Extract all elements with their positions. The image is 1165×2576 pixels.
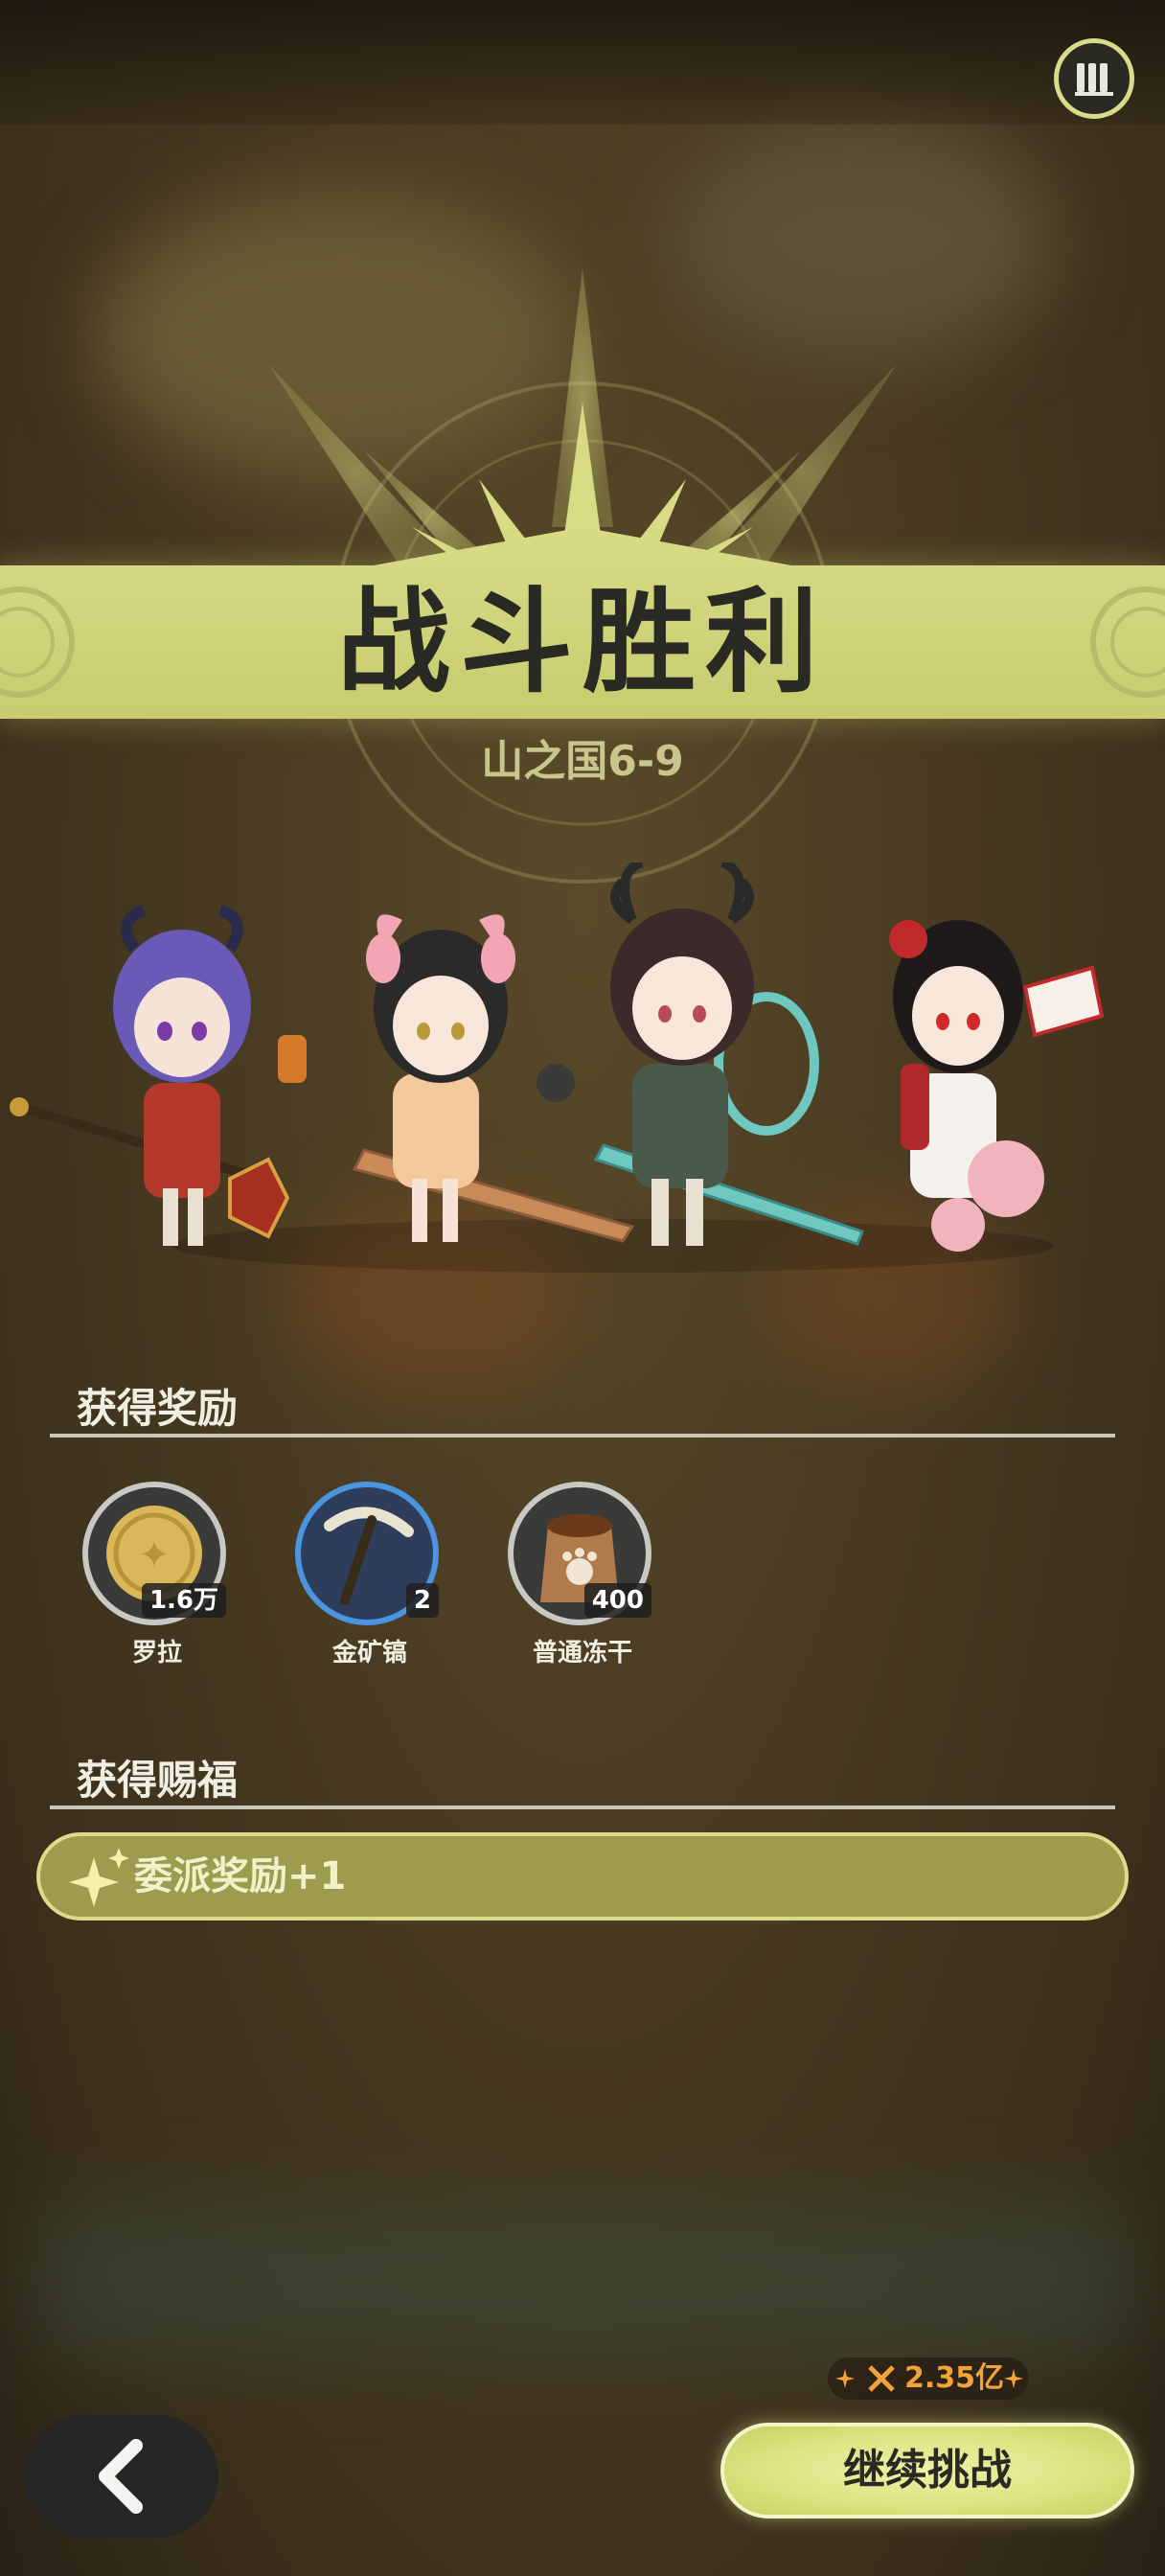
hero-1 — [10, 905, 307, 1246]
blessings-section-title: 获得赐福 — [77, 1757, 239, 1804]
sparkle-icon — [1004, 2369, 1023, 2388]
hero-party — [10, 862, 1105, 1273]
sparkle-icon — [69, 1848, 129, 1907]
menu-button[interactable] — [1054, 38, 1134, 119]
continue-challenge-label: 继续挑战 — [843, 2446, 1012, 2495]
crossed-swords-icon — [868, 2365, 895, 2392]
reward-item[interactable]: ✦ 1.6万 罗拉 — [80, 1482, 234, 1668]
rewards-section-title: 获得奖励 — [77, 1385, 239, 1432]
power-value: 2.35亿 — [904, 2361, 1005, 2395]
top-bar — [0, 0, 1165, 125]
book-icon — [1075, 63, 1113, 96]
section-divider — [50, 1806, 1115, 1809]
reward-count: 400 — [583, 1583, 651, 1618]
stage-name: 山之国6-9 — [481, 737, 684, 786]
reward-name: 普通冻干 — [532, 1639, 632, 1668]
reward-name: 金矿镐 — [331, 1639, 407, 1668]
reward-count: 1.6万 — [141, 1583, 226, 1618]
hero-4 — [889, 920, 1105, 1252]
chevron-left-icon — [99, 2439, 143, 2514]
reward-item[interactable]: 400 普通冻干 — [506, 1482, 659, 1668]
back-button[interactable] — [23, 2415, 218, 2538]
reward-name: 罗拉 — [131, 1639, 182, 1668]
background-blur — [38, 2204, 1131, 2358]
blessing-label: 委派奖励+1 — [134, 1854, 347, 1898]
battle-victory-screen: 战斗胜利 山之国6-9 获得奖励 ✦ 1.6万 罗拉 2 金矿镐 400 普通冻… — [0, 0, 1165, 2576]
hero-2 — [352, 914, 635, 1243]
reward-item[interactable]: 2 金矿镐 — [293, 1482, 446, 1668]
victory-title: 战斗胜利 — [336, 576, 828, 708]
hero-3 — [593, 862, 864, 1246]
sparkle-icon — [835, 2369, 855, 2388]
section-divider — [50, 1434, 1115, 1438]
reward-count: 2 — [405, 1583, 439, 1618]
svg-text:✦: ✦ — [138, 1533, 171, 1577]
